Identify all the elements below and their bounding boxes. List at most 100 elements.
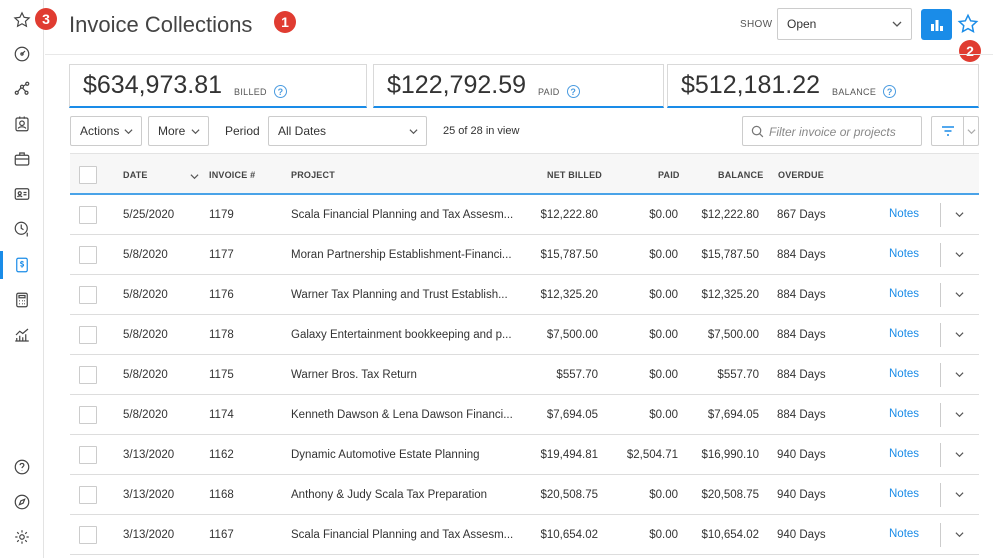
notes-link[interactable]: Notes <box>889 248 919 260</box>
filter-button[interactable] <box>931 116 979 146</box>
cell-project[interactable]: Warner Bros. Tax Return <box>291 369 417 381</box>
chevron-down-icon[interactable] <box>955 330 964 339</box>
chevron-down-icon[interactable] <box>955 450 964 459</box>
chevron-down-icon[interactable] <box>955 290 964 299</box>
star-icon[interactable] <box>11 9 33 31</box>
row-checkbox[interactable] <box>79 526 97 544</box>
table-row[interactable]: 5/8/2020 1175 Warner Bros. Tax Return $5… <box>70 355 979 395</box>
clock-dollar-icon[interactable] <box>11 218 33 240</box>
cell-project[interactable]: Dynamic Automotive Estate Planning <box>291 449 480 461</box>
notes-link[interactable]: Notes <box>889 488 919 500</box>
compass-icon[interactable] <box>11 491 33 513</box>
dashboard-icon[interactable] <box>11 43 33 65</box>
chevron-down-icon[interactable] <box>955 490 964 499</box>
notes-link[interactable]: Notes <box>889 208 919 220</box>
cell-paid: $0.00 <box>649 489 678 501</box>
cell-paid: $2,504.71 <box>626 449 678 461</box>
table-row[interactable]: 3/13/2020 1167 Scala Financial Planning … <box>70 515 979 555</box>
chevron-down-icon[interactable] <box>967 127 976 136</box>
cell-balance: $12,325.20 <box>701 289 759 301</box>
select-all-checkbox[interactable] <box>79 166 97 184</box>
cell-project[interactable]: Warner Tax Planning and Trust Establish.… <box>291 289 508 301</box>
chart-icon[interactable] <box>11 324 33 346</box>
cell-balance: $16,990.10 <box>701 449 759 461</box>
column-invoice[interactable]: INVOICE # <box>209 170 255 180</box>
row-checkbox[interactable] <box>79 246 97 264</box>
column-overdue[interactable]: OVERDUE <box>778 170 824 180</box>
column-paid[interactable]: PAID <box>658 170 680 180</box>
chevron-down-icon[interactable] <box>955 530 964 539</box>
cell-project[interactable]: Scala Financial Planning and Tax Assesm.… <box>291 529 513 541</box>
cell-paid: $0.00 <box>649 209 678 221</box>
row-checkbox[interactable] <box>79 366 97 384</box>
notes-link[interactable]: Notes <box>889 328 919 340</box>
row-divider <box>940 203 941 227</box>
actions-dropdown[interactable]: Actions <box>70 116 142 146</box>
balance-amount: $512,181.22 <box>681 71 821 99</box>
help-icon[interactable]: ? <box>883 85 897 98</box>
filter-input[interactable]: Filter invoice or projects <box>742 116 922 146</box>
help-icon[interactable]: ? <box>273 85 287 98</box>
calculator-icon[interactable] <box>11 289 33 311</box>
column-balance[interactable]: BALANCE <box>718 170 763 180</box>
show-select[interactable]: Open <box>777 8 912 40</box>
cell-project[interactable]: Galaxy Entertainment bookkeeping and p..… <box>291 329 512 341</box>
chart-view-button[interactable] <box>921 9 952 40</box>
period-select[interactable]: All Dates <box>268 116 427 146</box>
row-checkbox[interactable] <box>79 446 97 464</box>
cell-project[interactable]: Moran Partnership Establishment-Financi.… <box>291 249 512 261</box>
cell-invoice: 1175 <box>209 369 234 381</box>
chevron-down-icon[interactable] <box>955 250 964 259</box>
help-icon[interactable] <box>11 456 33 478</box>
table-row[interactable]: 3/13/2020 1162 Dynamic Automotive Estate… <box>70 435 979 475</box>
row-checkbox[interactable] <box>79 206 97 224</box>
notes-link[interactable]: Notes <box>889 368 919 380</box>
row-divider <box>940 483 941 507</box>
notes-link[interactable]: Notes <box>889 288 919 300</box>
table-row[interactable]: 5/8/2020 1176 Warner Tax Planning and Tr… <box>70 275 979 315</box>
row-checkbox[interactable] <box>79 406 97 424</box>
notes-link[interactable]: Notes <box>889 408 919 420</box>
column-date[interactable]: DATE <box>123 170 148 180</box>
help-icon[interactable]: ? <box>566 85 580 98</box>
cell-balance: $20,508.75 <box>701 489 759 501</box>
header-divider <box>45 54 993 55</box>
chevron-down-icon[interactable] <box>955 410 964 419</box>
table-row[interactable]: 5/25/2020 1179 Scala Financial Planning … <box>70 195 979 235</box>
notes-link[interactable]: Notes <box>889 448 919 460</box>
table-row[interactable]: 3/13/2020 1168 Anthony & Judy Scala Tax … <box>70 475 979 515</box>
favorite-star-icon[interactable] <box>957 13 979 35</box>
chevron-down-icon[interactable] <box>955 370 964 379</box>
row-checkbox[interactable] <box>79 326 97 344</box>
cell-project[interactable]: Kenneth Dawson & Lena Dawson Financi... <box>291 409 513 421</box>
row-checkbox[interactable] <box>79 286 97 304</box>
chevron-down-icon[interactable] <box>955 210 964 219</box>
cell-net-billed: $15,787.50 <box>540 249 598 261</box>
record-count: 25 of 28 in view <box>443 125 520 137</box>
table-row[interactable]: 5/8/2020 1177 Moran Partnership Establis… <box>70 235 979 275</box>
table-row[interactable]: 5/8/2020 1174 Kenneth Dawson & Lena Daws… <box>70 395 979 435</box>
table-row[interactable]: 5/8/2020 1178 Galaxy Entertainment bookk… <box>70 315 979 355</box>
row-divider <box>940 443 941 467</box>
cell-project[interactable]: Scala Financial Planning and Tax Assesm.… <box>291 209 513 221</box>
table-header: DATE INVOICE # PROJECT NET BILLED PAID B… <box>70 153 979 195</box>
row-divider <box>940 283 941 307</box>
briefcase-icon[interactable] <box>11 148 33 170</box>
contact-card-icon[interactable] <box>11 113 33 135</box>
cell-overdue: 940 Days <box>777 529 826 541</box>
row-checkbox[interactable] <box>79 486 97 504</box>
notes-link[interactable]: Notes <box>889 528 919 540</box>
column-net-billed[interactable]: NET BILLED <box>547 170 602 180</box>
show-select-value: Open <box>787 17 817 31</box>
cell-date: 3/13/2020 <box>123 529 175 541</box>
invoice-dollar-icon[interactable] <box>11 254 33 276</box>
sort-chevron-icon[interactable] <box>190 172 199 181</box>
id-card-icon[interactable] <box>11 183 33 205</box>
settings-icon[interactable] <box>11 526 33 548</box>
cell-project[interactable]: Anthony & Judy Scala Tax Preparation <box>291 489 487 501</box>
filter-divider <box>963 117 964 145</box>
more-dropdown[interactable]: More <box>148 116 209 146</box>
column-project[interactable]: PROJECT <box>291 170 335 180</box>
share-nodes-icon[interactable] <box>11 78 33 100</box>
bar-chart-icon <box>930 19 943 31</box>
